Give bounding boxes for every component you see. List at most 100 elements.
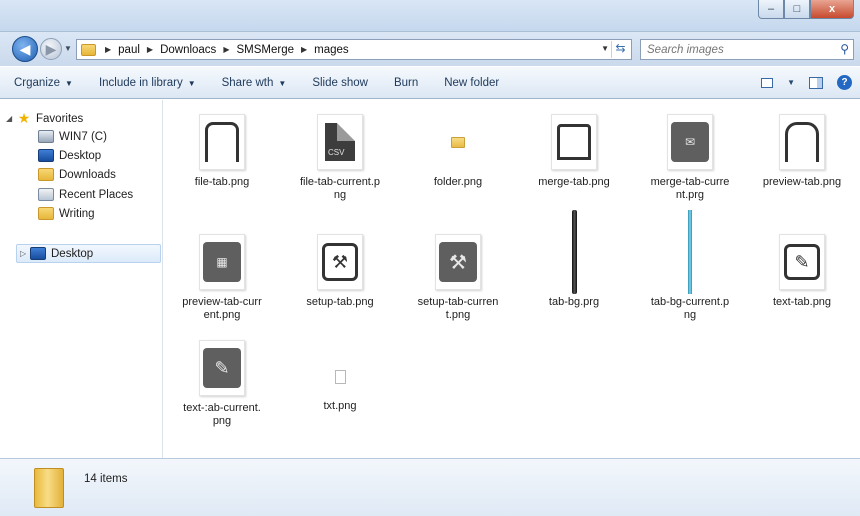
sidebar-item-desktop[interactable]: Desktop bbox=[38, 149, 101, 162]
minimize-button[interactable]: – bbox=[758, 0, 784, 19]
burn-button[interactable]: Burn bbox=[394, 77, 418, 89]
change-view-icon[interactable] bbox=[761, 77, 774, 88]
collapse-arrow-icon[interactable]: ◢ bbox=[6, 114, 16, 123]
address-bar[interactable]: ▶ paul ▶ Downloacs ▶ SMSMerge ▶ mages ▼ ⇆ bbox=[76, 39, 632, 60]
chevron-down-icon: ▼ bbox=[65, 78, 73, 88]
sidebar-label: Writing bbox=[59, 207, 95, 220]
address-dropdown-icon[interactable]: ▼ bbox=[601, 44, 609, 53]
breadcrumb-downloads[interactable]: Downloacs bbox=[160, 44, 216, 56]
breadcrumb-paul[interactable]: paul bbox=[118, 44, 140, 56]
file-name: preview-tab-curr ent.png bbox=[182, 296, 262, 321]
search-input[interactable] bbox=[647, 43, 827, 56]
file-thumbnail bbox=[632, 208, 748, 296]
include-in-library-menu[interactable]: Include in library ▼ bbox=[99, 77, 196, 89]
file-thumbnail: ✎ bbox=[744, 228, 860, 296]
file-thumbnail bbox=[744, 108, 860, 176]
close-button[interactable]: x bbox=[810, 0, 854, 19]
csv-document-icon: CSV bbox=[325, 123, 355, 161]
file-name: folder.png bbox=[433, 176, 483, 188]
chevron-down-icon[interactable]: ▼ bbox=[787, 78, 795, 87]
file-thumbnail bbox=[164, 108, 280, 176]
file-item[interactable]: ⚒ setup-tab.png bbox=[282, 228, 398, 309]
slide-show-button[interactable]: Slide show bbox=[312, 77, 368, 89]
help-icon[interactable]: ? bbox=[837, 75, 852, 90]
search-icon[interactable]: ⚲ bbox=[840, 42, 849, 56]
file-thumbnail bbox=[282, 354, 398, 400]
chevron-down-icon: ▼ bbox=[278, 78, 287, 88]
file-name: preview-tab.png bbox=[762, 176, 842, 188]
file-thumbnail bbox=[516, 208, 632, 296]
text-document-icon bbox=[334, 370, 346, 384]
file-item[interactable]: ▦ preview-tab-curr ent.png bbox=[164, 228, 280, 322]
file-list: file-tab.png CSV file-tab-current.p ng fo… bbox=[164, 100, 860, 458]
sidebar-label: Desktop bbox=[59, 149, 102, 162]
sidebar-label: Desktop bbox=[51, 247, 94, 260]
tab-outline-icon bbox=[205, 122, 239, 162]
expand-arrow-icon[interactable]: ▷ bbox=[20, 249, 30, 258]
file-thumbnail: ⚒ bbox=[400, 228, 516, 296]
file-item[interactable]: CSV file-tab-current.p ng bbox=[282, 108, 398, 202]
file-name: file-tab.png bbox=[194, 176, 250, 188]
new-folder-button[interactable]: New folder bbox=[444, 77, 499, 89]
command-bar: Crganize ▼ Include in library ▼ Share wth ▼… bbox=[0, 66, 860, 99]
sidebar-item-desktop-root[interactable]: ▷ Desktop bbox=[20, 247, 93, 260]
file-item[interactable]: ✎ text-:ab-current. png bbox=[164, 334, 280, 428]
sidebar-item-favorites[interactable]: ◢ ★ Favorites bbox=[6, 110, 83, 127]
file-thumbnail: ▦ bbox=[164, 228, 280, 296]
back-button[interactable]: ◀ bbox=[12, 36, 38, 62]
breadcrumb-separator-icon[interactable]: ▶ bbox=[301, 45, 307, 54]
recent-pages-dropdown[interactable]: ▼ bbox=[64, 44, 72, 53]
organize-menu[interactable]: Crganize ▼ bbox=[14, 77, 73, 89]
sidebar-item-recent-places[interactable]: Recent Places bbox=[38, 188, 133, 201]
file-thumbnail bbox=[400, 108, 516, 176]
file-name: file-tab-current.p ng bbox=[299, 176, 381, 201]
window-controls: – □ x bbox=[758, 0, 854, 20]
sidebar-item-writing[interactable]: Writing bbox=[38, 207, 95, 220]
share-with-menu[interactable]: Share wth ▼ bbox=[222, 77, 287, 89]
dark-strip-icon bbox=[571, 210, 577, 294]
preview-tab-icon bbox=[785, 122, 819, 162]
sidebar-item-win7[interactable]: WIN7 (C) bbox=[38, 130, 107, 143]
sidebar-label: WIN7 (C) bbox=[59, 130, 107, 143]
folder-icon bbox=[34, 468, 64, 508]
file-item[interactable]: tab-bg-current.p ng bbox=[632, 208, 748, 322]
file-name: tab-bg.prg bbox=[548, 296, 600, 308]
file-item[interactable]: folder.png bbox=[400, 108, 516, 189]
file-item[interactable]: ✎ text-tab.png bbox=[744, 228, 860, 309]
file-item[interactable]: tab-bg.prg bbox=[516, 208, 632, 309]
sidebar-label: Recent Places bbox=[59, 188, 134, 201]
maximize-button[interactable]: □ bbox=[784, 0, 810, 19]
recent-places-icon bbox=[38, 188, 54, 201]
merge-tab-icon bbox=[557, 124, 591, 160]
tools-icon: ⚒ bbox=[322, 243, 358, 281]
drive-icon bbox=[38, 130, 54, 143]
file-item[interactable]: preview-tab.png bbox=[744, 108, 860, 189]
breadcrumb-images[interactable]: mages bbox=[314, 44, 349, 56]
blue-strip-icon bbox=[688, 210, 692, 294]
pencil-icon: ✎ bbox=[784, 244, 820, 280]
search-box[interactable]: ⚲ bbox=[640, 39, 854, 60]
preview-pane-icon[interactable] bbox=[809, 76, 823, 89]
file-item[interactable]: txt.png bbox=[282, 354, 398, 413]
file-name: merge-tab-curre nt.prg bbox=[650, 176, 730, 201]
breadcrumb-separator-icon[interactable]: ▶ bbox=[105, 45, 111, 54]
navigation-pane: ◢ ★ Favorites WIN7 (C) Desktop Downloads… bbox=[0, 100, 163, 458]
folder-icon bbox=[38, 207, 54, 220]
breadcrumb-smsmerge[interactable]: SMSMerge bbox=[236, 44, 294, 56]
breadcrumb-separator-icon[interactable]: ▶ bbox=[223, 45, 229, 54]
file-item[interactable]: ⚒ setup-tab-curren t.png bbox=[400, 228, 516, 322]
file-item[interactable]: ✉ merge-tab-curre nt.prg bbox=[632, 108, 748, 202]
address-row: ◀ ▶ ▼ ▶ paul ▶ Downloacs ▶ SMSMerge ▶ mages … bbox=[0, 32, 860, 66]
file-name: setup-tab-curren t.png bbox=[417, 296, 499, 321]
refresh-icon[interactable]: ⇆ bbox=[611, 41, 629, 58]
file-item[interactable]: file-tab.png bbox=[164, 108, 280, 189]
file-item[interactable]: merge-tab.png bbox=[516, 108, 632, 189]
breadcrumb-separator-icon[interactable]: ▶ bbox=[147, 45, 153, 54]
sidebar-item-downloads[interactable]: Downloads bbox=[38, 168, 116, 181]
forward-button[interactable]: ▶ bbox=[40, 38, 62, 60]
sidebar-label-favorites: Favorites bbox=[36, 112, 84, 125]
file-thumbnail: CSV bbox=[282, 108, 398, 176]
tools-icon: ⚒ bbox=[439, 242, 477, 282]
forward-arrow-icon: ▶ bbox=[45, 40, 57, 57]
file-name: setup-tab.png bbox=[306, 296, 374, 308]
